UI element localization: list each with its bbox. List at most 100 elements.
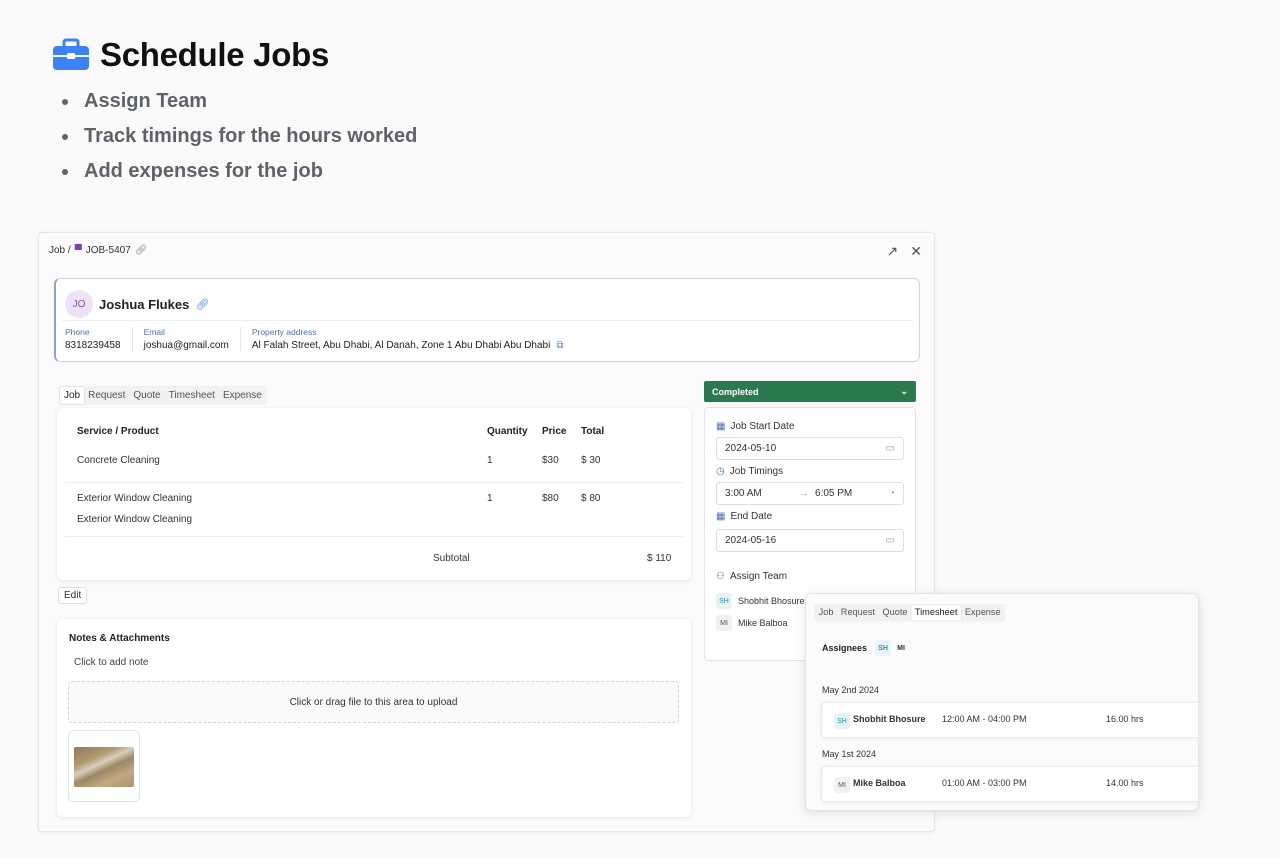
tab-expense[interactable]: Expense (961, 605, 1004, 621)
status-select[interactable]: Completed ⌄ (704, 381, 916, 402)
service-description: Exterior Window Cleaning (77, 514, 193, 525)
tab-quote[interactable]: Quote (879, 605, 911, 621)
hero: Schedule Jobs Assign Team Track timings … (52, 36, 417, 195)
tab-expense[interactable]: Expense (219, 387, 266, 404)
service-qty: 1 (487, 493, 493, 504)
services-table: Service / Product Quantity Price Total C… (57, 408, 691, 580)
address-label: Property address (251, 327, 317, 337)
start-date-value: 2024-05-10 (725, 443, 777, 454)
hero-title-row: Schedule Jobs (52, 36, 417, 74)
avatar: SH (716, 593, 732, 609)
header-price: Price (542, 426, 567, 437)
team-member[interactable]: MI Mike Balboa (716, 615, 788, 631)
calendar-icon: ▭ (885, 443, 895, 454)
entry-name: Mike Balboa (853, 778, 906, 788)
avatar[interactable]: SH (875, 640, 892, 656)
attachment-thumbnail[interactable] (68, 730, 140, 802)
briefcase-icon (52, 38, 90, 72)
customer-name[interactable]: Joshua Flukes (99, 297, 189, 312)
subtotal-value: $ 110 (647, 553, 672, 564)
tab-request[interactable]: Request (84, 387, 129, 404)
calendar-icon: ▦ (716, 511, 726, 522)
start-date-label-text: Job Start Date (730, 421, 795, 432)
timesheet-date: May 2nd 2024 (822, 685, 880, 695)
tab-quote[interactable]: Quote (129, 387, 164, 404)
notes-title: Notes & Attachments (69, 633, 170, 644)
end-date-label-text: End Date (730, 511, 773, 522)
team-member[interactable]: SH Shobhit Bhosure (716, 593, 805, 609)
breadcrumb: Job / ▀ JOB-5407 🔗︎ (49, 245, 148, 256)
phone-field: Phone 8318239458 (65, 327, 133, 351)
timesheet-tabs: Job Request Quote Timesheet Expense (814, 604, 1006, 622)
tab-timesheet[interactable]: Timesheet (165, 387, 219, 404)
header-service: Service / Product (77, 426, 159, 437)
assign-team-label-text: Assign Team (729, 571, 788, 582)
assignees-label: Assignees (822, 643, 868, 653)
feature-item: Track timings for the hours worked (80, 125, 417, 148)
tab-job[interactable]: Job (60, 387, 85, 404)
assign-team-label: ⚇ Assign Team (716, 571, 787, 582)
avatar[interactable]: MI (893, 640, 909, 656)
calendar-icon: ▭ (885, 535, 895, 546)
end-date-label: ▦ End Date (716, 511, 772, 522)
service-name: Exterior Window Cleaning (77, 493, 193, 504)
avatar: MI (716, 615, 732, 631)
assignee-chips: SH MI (875, 640, 909, 656)
link-icon[interactable]: 🔗︎ (195, 298, 209, 311)
attachment-image (74, 747, 134, 787)
email-field: Email joshua@gmail.com (144, 327, 241, 351)
close-icon[interactable]: ✕ (910, 243, 922, 260)
hero-title: Schedule Jobs (100, 36, 330, 73)
start-date-input[interactable]: 2024-05-10 ▭ (716, 437, 904, 460)
tab-timesheet[interactable]: Timesheet (911, 604, 962, 621)
feature-item: Add expenses for the job (80, 160, 417, 183)
entry-time-range: 01:00 AM - 03:00 PM (942, 778, 1027, 788)
avatar: SH (834, 713, 850, 729)
row-divider (65, 536, 683, 537)
service-name: Concrete Cleaning (77, 455, 160, 466)
timings-label-text: Job Timings (729, 466, 784, 477)
end-date-input[interactable]: 2024-05-16 ▭ (716, 529, 904, 552)
header-quantity: Quantity (487, 426, 528, 437)
external-link-icon[interactable]: ⧉ (556, 340, 563, 351)
add-note[interactable]: Click to add note (74, 657, 149, 668)
phone-label: Phone (65, 327, 90, 337)
breadcrumb-root[interactable]: Job / (49, 245, 71, 256)
chevron-down-icon: ⌄ (900, 386, 908, 396)
timings-label: ◷ Job Timings (716, 466, 783, 477)
timesheet-entry[interactable]: MI Mike Balboa 01:00 AM - 03:00 PM 14.00… (821, 766, 1198, 802)
tab-request[interactable]: Request (837, 605, 879, 621)
breadcrumb-job-id: JOB-5407 (85, 245, 131, 256)
clock-icon: ◔ (888, 488, 895, 499)
timesheet-entry[interactable]: SH Shobhit Bhosure 12:00 AM - 04:00 PM 1… (821, 702, 1198, 738)
link-icon[interactable]: 🔗︎ (135, 245, 148, 256)
timesheet-date: May 1st 2024 (822, 749, 877, 759)
calendar-icon: ▦ (716, 421, 726, 432)
email-label: Email (143, 327, 165, 337)
expand-icon[interactable]: ↗ (887, 243, 899, 260)
address-value: Al Falah Street, Abu Dhabi, Al Danah, Zo… (251, 340, 551, 351)
edit-button[interactable]: Edit (58, 587, 88, 604)
service-qty: 1 (487, 455, 493, 466)
clock-icon: ◷ (716, 466, 725, 477)
end-date-value: 2024-05-16 (725, 535, 777, 546)
customer-card: JO Joshua Flukes 🔗︎ Phone 8318239458 Ema… (54, 278, 920, 362)
service-total: $ 30 (581, 455, 601, 466)
customer-header: JO Joshua Flukes 🔗︎ (62, 279, 913, 321)
team-member-name: Mike Balboa (738, 618, 788, 628)
timesheet-panel: Job Request Quote Timesheet Expense Assi… (805, 593, 1199, 811)
phone-value: 8318239458 (65, 340, 121, 351)
timings-input[interactable]: 3:00 AM → 6:05 PM ◔ (716, 482, 904, 505)
window-controls: ↗ ✕ (887, 243, 922, 260)
service-price: $80 (542, 493, 559, 504)
feature-item: Assign Team (80, 90, 417, 113)
avatar: JO (65, 290, 93, 318)
notes-card: Notes & Attachments Click to add note Cl… (57, 619, 691, 817)
assignees-row: Assignees SH MI (822, 640, 909, 656)
team-member-name: Shobhit Bhosure (738, 596, 805, 606)
time-to: 6:05 PM (815, 488, 853, 499)
tab-job[interactable]: Job (815, 605, 837, 621)
upload-dropzone[interactable]: Click or drag file to this area to uploa… (68, 681, 679, 723)
job-panel: Job / ▀ JOB-5407 🔗︎ ↗ ✕ JO Joshua Flukes… (38, 232, 935, 832)
header-total: Total (581, 426, 605, 437)
